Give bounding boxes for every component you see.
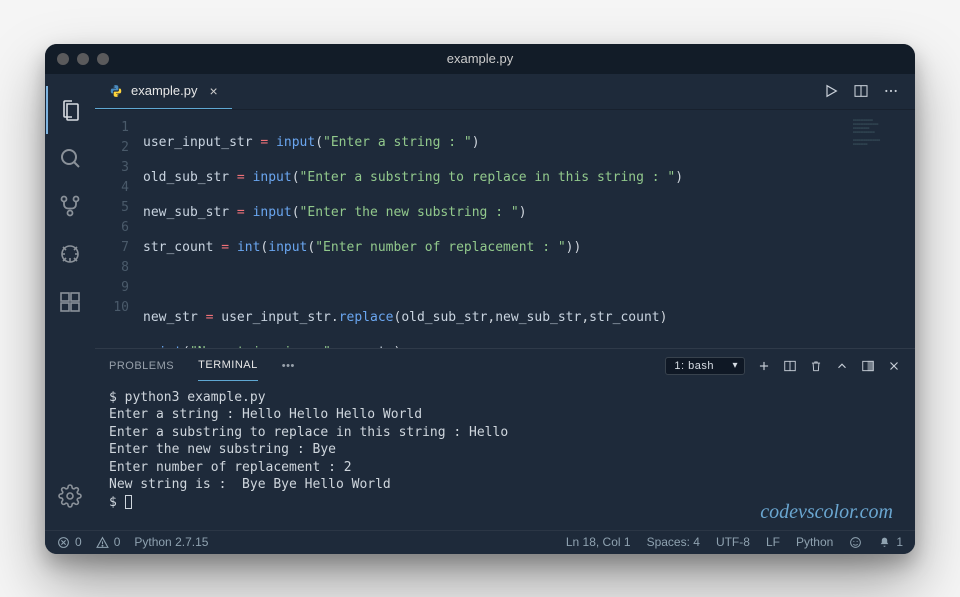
debug-icon[interactable] — [46, 230, 94, 278]
window-maximize-icon[interactable] — [97, 53, 109, 65]
more-icon[interactable] — [883, 83, 899, 99]
status-feedback-icon[interactable] — [849, 536, 862, 549]
warning-icon — [96, 536, 109, 549]
status-cursor-position[interactable]: Ln 18, Col 1 — [566, 535, 631, 549]
minimap[interactable]: ▬▬▬▬▬▬▬▬▬▬▬▬▬▬▬▬▬▬▬▬▬▬▬▬▬▬▬▬▬▬▬▬▬▬▬▬▬▬▬▬… — [853, 118, 907, 178]
panel-tabs: PROBLEMS TERMINAL ••• 1: bash — [95, 349, 915, 383]
vscode-window: example.py — [45, 44, 915, 554]
split-editor-icon[interactable] — [853, 83, 869, 99]
error-icon — [57, 536, 70, 549]
bell-icon — [878, 536, 891, 549]
terminal-selector[interactable]: 1: bash — [665, 357, 745, 375]
split-terminal-icon[interactable] — [783, 359, 797, 373]
window-minimize-icon[interactable] — [77, 53, 89, 65]
status-errors[interactable]: 0 — [57, 535, 82, 549]
terminal-cursor — [125, 495, 132, 509]
explorer-icon[interactable] — [46, 86, 94, 134]
line-number-gutter: 1 2 3 4 5 6 7 8 9 10 — [95, 110, 143, 348]
status-bar: 0 0 Python 2.7.15 Ln 18, Col 1 Spaces: 4… — [45, 530, 915, 554]
editor-group: example.py × 1 2 3 4 5 6 7 — [95, 74, 915, 530]
window-title: example.py — [447, 51, 513, 66]
status-python-version[interactable]: Python 2.7.15 — [134, 535, 208, 549]
source-control-icon[interactable] — [46, 182, 94, 230]
status-language[interactable]: Python — [796, 535, 833, 549]
new-terminal-icon[interactable] — [757, 359, 771, 373]
extensions-icon[interactable] — [46, 278, 94, 326]
maximize-panel-icon[interactable] — [861, 359, 875, 373]
settings-gear-icon[interactable] — [46, 472, 94, 520]
tab-label: example.py — [131, 83, 197, 98]
window-controls — [57, 53, 109, 65]
run-icon[interactable] — [823, 83, 839, 99]
status-notifications[interactable]: 1 — [878, 535, 903, 549]
tab-example-py[interactable]: example.py × — [95, 74, 232, 109]
close-icon[interactable]: × — [209, 83, 217, 99]
main-area: example.py × 1 2 3 4 5 6 7 — [45, 74, 915, 530]
status-encoding[interactable]: UTF-8 — [716, 535, 750, 549]
panel-more-icon[interactable]: ••• — [282, 360, 295, 372]
code-editor[interactable]: 1 2 3 4 5 6 7 8 9 10 user_input_str = in… — [95, 110, 915, 348]
tab-bar: example.py × — [95, 74, 915, 110]
activity-bar — [45, 74, 95, 530]
python-file-icon — [109, 84, 123, 98]
kill-terminal-icon[interactable] — [809, 359, 823, 373]
titlebar: example.py — [45, 44, 915, 74]
tab-terminal[interactable]: TERMINAL — [198, 350, 258, 381]
editor-actions — [823, 74, 915, 109]
close-panel-icon[interactable] — [887, 359, 901, 373]
search-icon[interactable] — [46, 134, 94, 182]
status-warnings[interactable]: 0 — [96, 535, 121, 549]
watermark: codevscolor.com — [760, 501, 893, 524]
status-eol[interactable]: LF — [766, 535, 780, 549]
window-close-icon[interactable] — [57, 53, 69, 65]
code-content: user_input_str = input("Enter a string :… — [143, 110, 915, 348]
tab-problems[interactable]: PROBLEMS — [109, 351, 174, 381]
chevron-up-icon[interactable] — [835, 359, 849, 373]
smiley-icon — [849, 536, 862, 549]
status-indent[interactable]: Spaces: 4 — [647, 535, 700, 549]
